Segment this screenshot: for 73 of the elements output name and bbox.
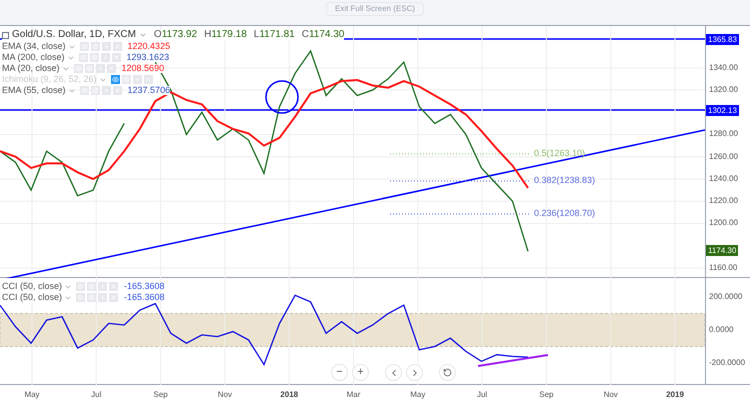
fib-label: 0.236(1208.70) [534,209,596,218]
close-icon[interactable] [112,53,121,62]
time-label: Sep [153,389,168,401]
ohlc-value: L1171.81 [254,30,295,40]
indicator-name: EMA (55, close) [2,86,66,95]
ohlc-value: O1173.92 [154,30,198,40]
indicator-value: 1208.5690 [122,64,164,73]
axis-label: 1200.00 [709,219,738,228]
close-icon[interactable] [144,75,153,84]
settings-icon[interactable] [90,42,100,51]
scroll-left-button[interactable] [385,364,402,381]
settings-icon[interactable] [90,86,100,95]
indicator-name: MA (200, close) [2,53,65,62]
indicator-name: CCI (50, close) [2,293,62,302]
price-label: 1365.83 [706,34,739,44]
time-label: May [410,389,426,401]
axis-label: 1320.00 [709,86,738,94]
zoom-button[interactable]: − [331,364,348,381]
indicator-value: -165.3608 [124,282,165,291]
axis-label: 200.0000 [709,292,742,301]
close-icon[interactable] [109,282,118,291]
settings-icon[interactable] [87,293,96,302]
plus-icon[interactable] [98,282,108,291]
axis-label: 1260.00 [709,152,738,161]
fib-label: 0.382(1238.83) [534,176,596,185]
time-label: 2018 [280,389,298,401]
indicator-name: EMA (34, close) [2,42,66,51]
settings-icon[interactable] [90,53,99,62]
scroll-right-button[interactable] [406,364,423,381]
time-label: Jul [91,389,102,401]
reset-icon [443,368,452,377]
indicator-value: 1220.4325 [128,42,170,51]
close-icon[interactable] [109,293,118,302]
price-label: 1302.13 [706,104,739,116]
time-label: Jul [476,389,488,401]
ohlc-value: C1174.30 [302,30,344,40]
indicator-name: CCI (50, close) [2,282,62,291]
zoom-button[interactable]: + [352,364,369,381]
caret-icon[interactable] [138,31,147,39]
indicator-value: -165.3608 [124,293,165,302]
plus-icon[interactable] [96,64,105,73]
axis-label: 1220.00 [709,197,738,206]
plus-icon[interactable] [102,42,111,51]
reset-button[interactable] [439,364,456,381]
time-label: Nov [218,389,232,401]
axis-label: 1340.00 [709,64,738,72]
axis-label: 0.0000 [709,326,734,334]
indicator-value: 1293.1623 [126,53,170,62]
plus-icon[interactable] [98,293,108,302]
ohlc-value: H1179.18 [204,30,247,40]
time-label: 2019 [666,389,684,401]
eye-icon[interactable] [110,75,120,84]
settings-icon[interactable] [84,64,94,73]
close-icon[interactable] [112,42,122,51]
axis-label: -200.0000 [709,358,746,367]
time-label: Mar [346,389,360,401]
plus-icon[interactable] [100,53,110,62]
indicator-value: 1237.5706 [128,86,170,95]
axis-label: 1160.00 [709,264,738,272]
fib-label: 0.5(1263.10) [534,149,586,158]
time-label: May [24,389,40,401]
indicator-name: MA (20, close) [2,64,60,73]
settings-icon[interactable] [87,282,96,291]
axis-label: 1240.00 [709,174,738,183]
circle-drawing [265,80,299,114]
last-price-label: 1174.30 [706,244,738,256]
time-label: Sep [539,389,554,401]
divergence-line [478,354,548,367]
collapse-icon[interactable] [2,32,9,38]
plus-icon[interactable] [132,75,142,84]
axis-label: 1280.00 [709,130,738,138]
symbol-name: Gold/U.S. Dollar, 1D, FXCM [12,30,136,40]
time-label: Nov [604,389,618,401]
